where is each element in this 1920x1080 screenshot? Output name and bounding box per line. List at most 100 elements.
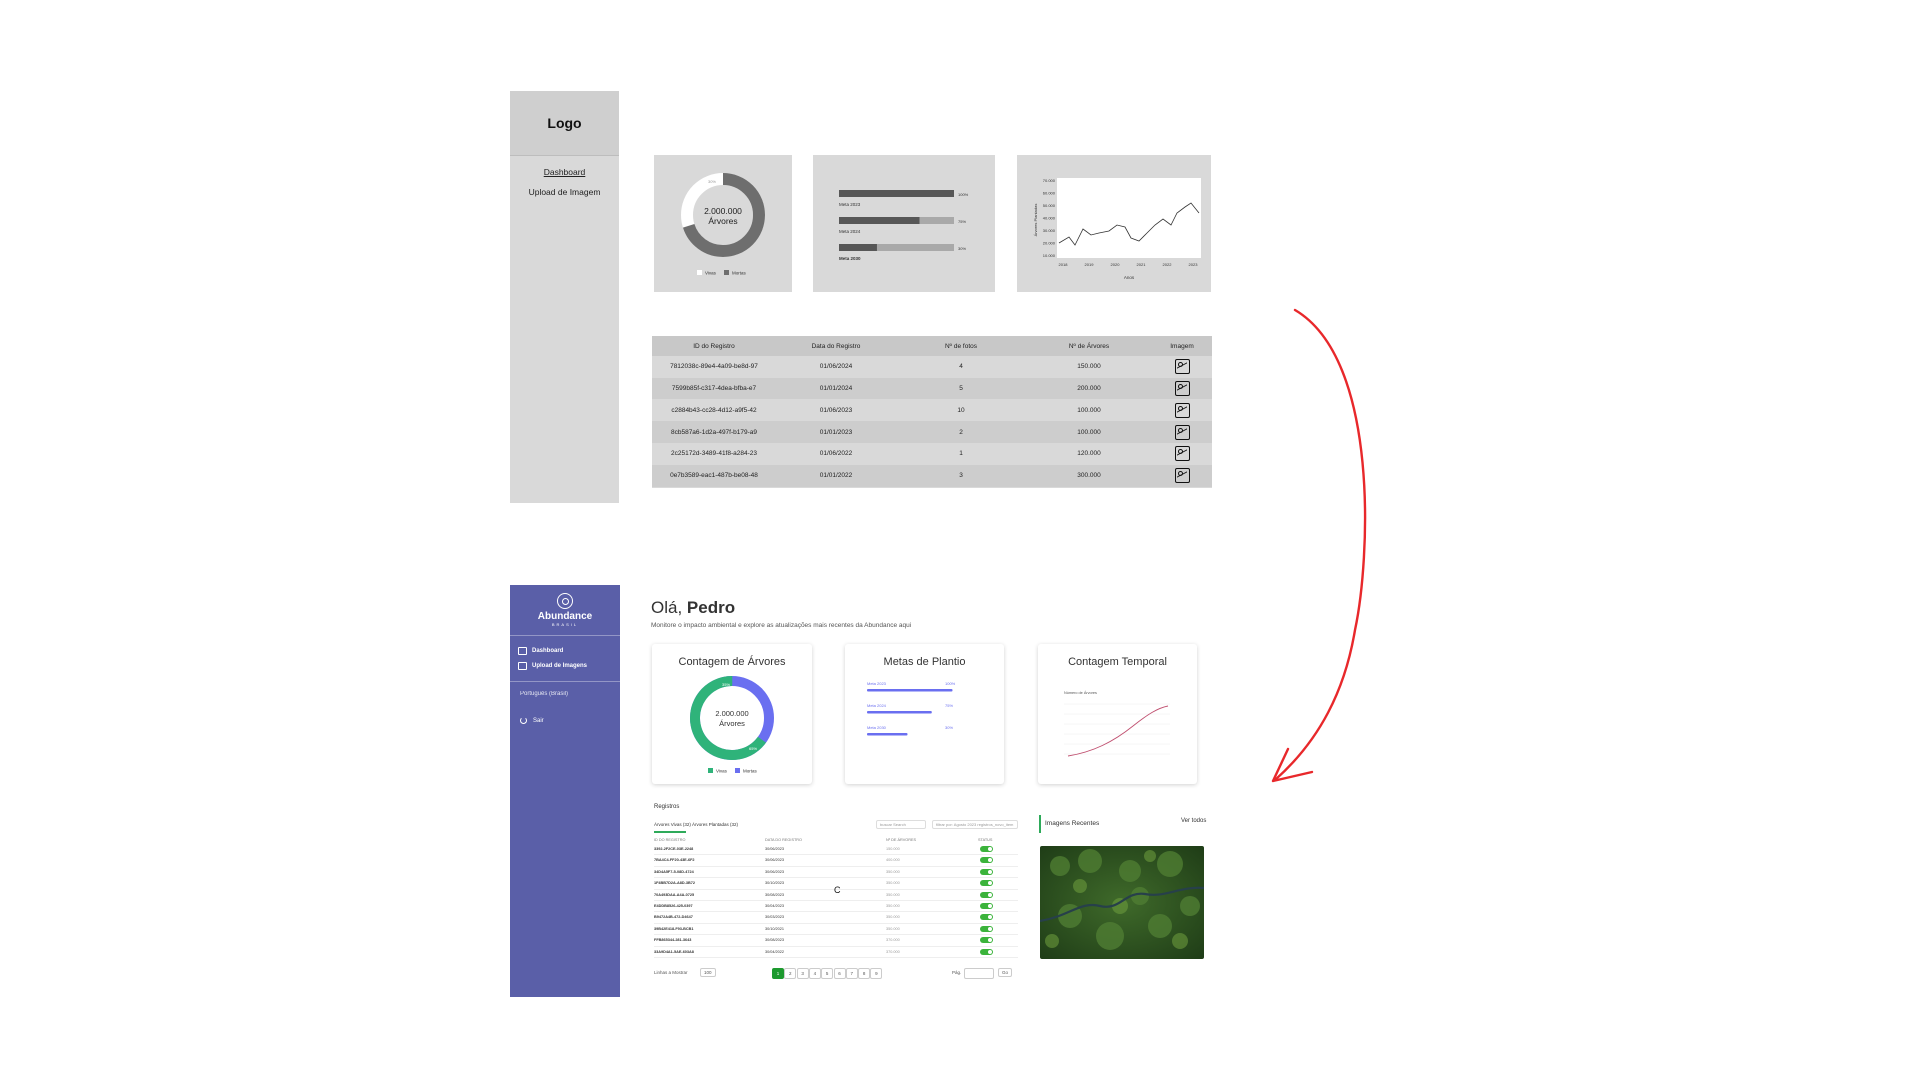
goal-bar — [867, 733, 908, 736]
wireframe-image-cell[interactable] — [1152, 402, 1212, 418]
page-button[interactable]: 9 — [870, 968, 883, 979]
table-cell: 350.000 — [886, 926, 900, 931]
wireframe-table-cell: 2 — [959, 428, 963, 436]
wireframe-table-cell: 1 — [959, 450, 963, 458]
planting-goals-card: Metas de Plantio Meta 2023 100% Meta 2024 7… — [845, 644, 1004, 784]
table-cell: B9472A4B-472-D4647 — [654, 915, 693, 920]
planting-goals-chart: Meta 2023 100% Meta 2024 75% Meta 2030 30% — [867, 681, 956, 736]
wireframe-logo: Logo — [510, 91, 619, 156]
see-all-link[interactable]: Ver todos — [1181, 818, 1206, 824]
wireframe-goal-fill — [839, 190, 954, 197]
status-toggle[interactable] — [980, 925, 993, 932]
wireframe-th-id: ID do Registro — [693, 342, 735, 350]
wireframe-image-cell[interactable] — [1152, 424, 1212, 440]
page-input[interactable] — [964, 968, 994, 979]
page-button[interactable]: 6 — [833, 968, 846, 979]
table-row[interactable]: 7BA4C4-FF20-43E-6F2 30/06/2023 400.000 — [654, 855, 1018, 867]
wireframe-th-image: Imagem — [1170, 342, 1194, 350]
status-toggle[interactable] — [980, 857, 993, 864]
image-icon — [1174, 381, 1190, 397]
greeting: Olá, Pedro — [651, 598, 735, 618]
wireframe-image-cell[interactable] — [1152, 446, 1212, 462]
table-cell: 30/03/2023 — [765, 915, 785, 920]
status-toggle[interactable] — [980, 948, 993, 955]
status-toggle[interactable] — [980, 937, 993, 944]
sidebar-item-upload[interactable]: Upload de Imagens — [518, 662, 587, 670]
image-icon — [1174, 468, 1190, 484]
wireframe-image-cell[interactable] — [1152, 359, 1212, 375]
table-cell: 7BA4C4-FF20-43E-6F2 — [654, 858, 695, 863]
wireframe-table-cell: 300.000 — [1077, 472, 1101, 480]
status-toggle[interactable] — [980, 868, 993, 875]
wireframe-y-tick: 60.000 — [1043, 191, 1056, 196]
wireframe-nav-dashboard[interactable]: Dashboard — [510, 167, 619, 177]
wireframe-sidebar: Logo Dashboard Upload de Imagem — [510, 91, 619, 503]
app-sidebar: Abundance BRASIL Dashboard Upload de Ima… — [510, 585, 620, 997]
table-cell: 350.000 — [886, 892, 900, 897]
page-button[interactable]: 5 — [821, 968, 834, 979]
table-row[interactable]: 39B42E418-F93-BCB1 30/10/2021 350.000 — [654, 924, 1018, 936]
wireframe-table-row: 0e7b3589-eac1-487b-be08-48 01/01/2022 3 300… — [652, 465, 1212, 487]
filter-select[interactable]: filtrar por: Agosto 2023 registros_novo_… — [932, 820, 1018, 829]
logout-button[interactable]: Sair — [520, 717, 544, 724]
rows-per-page-label: Linhas a Mostrar — [654, 970, 688, 975]
table-row[interactable]: E4DDB8526-425-0397 30/04/2023 350.000 — [654, 901, 1018, 913]
page-button[interactable]: 8 — [858, 968, 871, 979]
wireframe-image-cell[interactable] — [1152, 468, 1212, 484]
greeting-prefix: Olá, — [651, 598, 683, 617]
wireframe-table-cell: 7599b85f-c317-4dea-bfba-e7 — [671, 385, 757, 393]
wireframe-table-cell: 4 — [959, 363, 963, 371]
wireframe-y-tick: 20.000 — [1043, 241, 1056, 246]
search-input[interactable]: buscar Search — [876, 820, 926, 829]
table-row[interactable]: FFB865344-281-3643 30/08/2023 370.000 — [654, 935, 1018, 947]
image-icon — [1174, 402, 1190, 418]
table-cell: 70A493DAA-A4A-0725 — [654, 892, 695, 897]
wireframe-goals-card: 100% Meta 2023 75% Meta 2024 30% Meta 2030 — [813, 155, 995, 292]
table-row[interactable]: B9472A4B-472-D4647 30/03/2023 350.000 — [654, 912, 1018, 924]
forest-aerial-image[interactable] — [1040, 846, 1204, 959]
wireframe-table-cell: 150.000 — [1077, 363, 1101, 371]
status-toggle[interactable] — [980, 914, 993, 921]
language-selector[interactable]: Português (Brasil) — [520, 691, 568, 697]
wireframe-table-cell: 01/06/2022 — [819, 450, 853, 458]
status-toggle[interactable] — [980, 846, 993, 852]
table-cell: 34D4A5F7-5-08D-4724 — [654, 869, 694, 874]
table-cell: 30/06/2023 — [765, 858, 785, 863]
donut-center-label: Árvores — [719, 719, 745, 728]
tab-live-trees[interactable]: Árvores Vivas (32) — [654, 822, 691, 827]
sidebar-item-dashboard[interactable]: Dashboard — [518, 647, 563, 655]
wireframe-ylabel: Árvores Plantadas — [1033, 204, 1038, 237]
status-toggle[interactable] — [980, 891, 993, 898]
tab-planted-trees[interactable]: Árvores Plantadas (32) — [692, 822, 738, 827]
page-subtitle: Monitore o impacto ambiental e explore a… — [651, 622, 912, 629]
status-toggle[interactable] — [980, 903, 993, 909]
wireframe-th-date: Data do Registro — [811, 342, 861, 350]
wireframe-nav-upload[interactable]: Upload de Imagem — [510, 187, 619, 197]
status-toggle[interactable] — [980, 880, 993, 887]
wireframe-legend-live-swatch — [697, 270, 702, 275]
wireframe-goal-fill — [839, 244, 877, 251]
table-row[interactable]: 33A9D4A1-5AE-603A8 30/04/2022 370.000 — [654, 947, 1018, 958]
table-row[interactable]: 34D4A5F7-5-08D-4724 30/06/2023 350.000 — [654, 867, 1018, 879]
go-button[interactable]: Go — [998, 968, 1013, 977]
page-button[interactable]: 4 — [808, 968, 821, 979]
dashboard-icon — [518, 647, 527, 655]
wireframe-table-cell: 100.000 — [1077, 406, 1101, 414]
page-button[interactable]: 2 — [784, 968, 797, 979]
table-cell: 39B42E418-F93-BCB1 — [654, 926, 694, 931]
page-button[interactable]: 7 — [845, 968, 858, 979]
rows-per-page-select[interactable]: 100 — [700, 968, 716, 977]
table-cell: 3392-2F2CE-03E-2248 — [654, 847, 694, 851]
wireframe-image-cell[interactable] — [1152, 381, 1212, 397]
page-button[interactable]: 3 — [796, 968, 809, 979]
table-cell: 30/10/2023 — [765, 881, 785, 886]
wireframe-table-row: 7812038c-89e4-4a09-be8d-97 01/06/2024 4 150… — [652, 356, 1212, 378]
wireframe-table-cell: 01/01/2024 — [819, 385, 853, 393]
page-button[interactable]: 1 — [772, 968, 784, 979]
legend-dead-swatch — [735, 768, 740, 773]
wireframe-nav: Dashboard Upload de Imagem — [510, 167, 619, 207]
wireframe-table-cell: 120.000 — [1077, 450, 1101, 458]
image-upload-icon — [518, 662, 527, 670]
table-cell: 400.000 — [886, 858, 900, 863]
table-row[interactable]: 3392-2F2CE-03E-2248 30/06/2023 150.000 — [654, 844, 1018, 856]
